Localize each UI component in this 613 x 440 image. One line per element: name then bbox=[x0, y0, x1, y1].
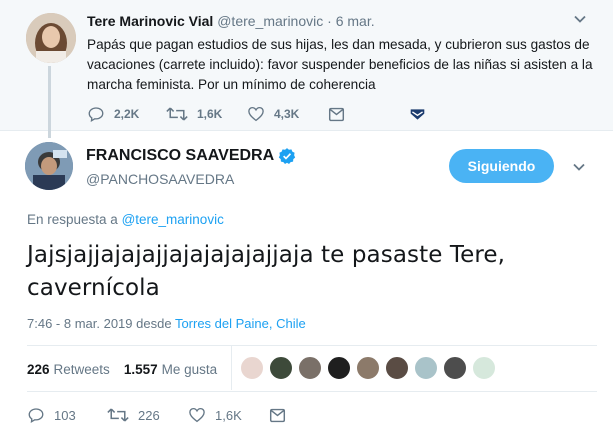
like-count: 1,6K bbox=[215, 407, 242, 423]
like-count: 4,3K bbox=[274, 107, 300, 121]
liker-avatar[interactable] bbox=[385, 356, 409, 380]
retweet-button[interactable]: 226 bbox=[107, 404, 160, 426]
location-link[interactable]: Torres del Paine, Chile bbox=[175, 316, 306, 331]
chevron-down-icon[interactable] bbox=[572, 160, 586, 174]
dm-button[interactable] bbox=[409, 103, 426, 125]
retweets-stat-count: 226 bbox=[27, 361, 50, 377]
liker-avatar[interactable] bbox=[269, 356, 293, 380]
retweets-stat[interactable]: 226 Retweets bbox=[27, 362, 110, 377]
parent-tweet[interactable]: Tere Marinovic Vial @tere_marinovic · 6 … bbox=[0, 0, 613, 131]
parent-author-name[interactable]: Tere Marinovic Vial bbox=[87, 13, 213, 29]
likes-stat[interactable]: 1.557 Me gusta bbox=[124, 362, 217, 377]
reply-count: 103 bbox=[54, 407, 76, 423]
reply-icon bbox=[88, 107, 104, 123]
parent-header: Tere Marinovic Vial @tere_marinovic · 6 … bbox=[87, 13, 375, 29]
parent-tweet-text: Papás que pagan estudios de sus hijas, l… bbox=[87, 37, 593, 92]
liker-avatar[interactable] bbox=[298, 356, 322, 380]
main-tweet-text: Jajsjajjajajajjajajajajajjaja te pasaste… bbox=[27, 242, 506, 301]
retweet-count: 1,6K bbox=[197, 107, 223, 121]
share-button[interactable] bbox=[269, 404, 286, 426]
mail-icon bbox=[269, 408, 286, 422]
mail-icon bbox=[410, 108, 425, 120]
liker-avatar[interactable] bbox=[472, 356, 496, 380]
retweet-icon bbox=[166, 107, 188, 121]
retweet-icon bbox=[107, 408, 129, 422]
divider bbox=[27, 391, 597, 392]
reply-prefix: En respuesta a bbox=[27, 212, 118, 227]
tweet-meta: 7:46 - 8 mar. 2019 desde Torres del Pain… bbox=[27, 316, 306, 331]
following-button[interactable]: Siguiendo bbox=[449, 149, 554, 183]
retweets-stat-label: Retweets bbox=[53, 361, 110, 377]
liker-avatar[interactable] bbox=[414, 356, 438, 380]
chevron-down-icon[interactable] bbox=[573, 12, 587, 26]
divider bbox=[231, 346, 232, 390]
timestamp: 7:46 - 8 mar. 2019 desde bbox=[27, 316, 172, 331]
liker-avatar[interactable] bbox=[327, 356, 351, 380]
like-button[interactable]: 4,3K bbox=[247, 103, 299, 125]
parent-separator: · bbox=[327, 13, 332, 29]
liker-avatar[interactable] bbox=[240, 356, 264, 380]
reply-context: En respuesta a @tere_marinovic bbox=[27, 212, 224, 227]
likes-stat-count: 1.557 bbox=[123, 361, 158, 377]
main-author-name[interactable]: FRANCISCO SAAVEDRA bbox=[86, 147, 274, 165]
reply-handle-link[interactable]: @tere_marinovic bbox=[122, 212, 224, 227]
verified-icon bbox=[278, 148, 296, 165]
parent-author-handle[interactable]: @tere_marinovic bbox=[217, 13, 323, 29]
main-author-handle[interactable]: @PANCHOSAAVEDRA bbox=[86, 171, 234, 187]
liker-avatar[interactable] bbox=[356, 356, 380, 380]
retweet-button[interactable]: 1,6K bbox=[166, 103, 222, 125]
main-avatar[interactable] bbox=[25, 142, 73, 190]
main-author-name-row[interactable]: FRANCISCO SAAVEDRA bbox=[86, 147, 296, 165]
share-button[interactable] bbox=[328, 103, 345, 125]
likes-stat-label: Me gusta bbox=[161, 361, 218, 377]
tweet-stats: 226 Retweets 1.557 Me gusta bbox=[27, 358, 217, 380]
thread-connector bbox=[48, 66, 51, 138]
reply-button[interactable]: 103 bbox=[27, 404, 76, 426]
like-button[interactable]: 1,6K bbox=[188, 404, 242, 426]
divider bbox=[27, 345, 597, 346]
parent-date[interactable]: 6 mar. bbox=[336, 13, 375, 29]
parent-avatar[interactable] bbox=[26, 13, 76, 63]
retweet-count: 226 bbox=[138, 407, 160, 423]
heart-icon bbox=[248, 106, 264, 122]
reply-count: 2,2K bbox=[114, 107, 140, 121]
mail-icon bbox=[328, 107, 345, 121]
reply-button[interactable]: 2,2K bbox=[87, 103, 139, 125]
heart-icon bbox=[189, 407, 205, 423]
liker-avatar[interactable] bbox=[443, 356, 467, 380]
reply-icon bbox=[28, 408, 44, 424]
